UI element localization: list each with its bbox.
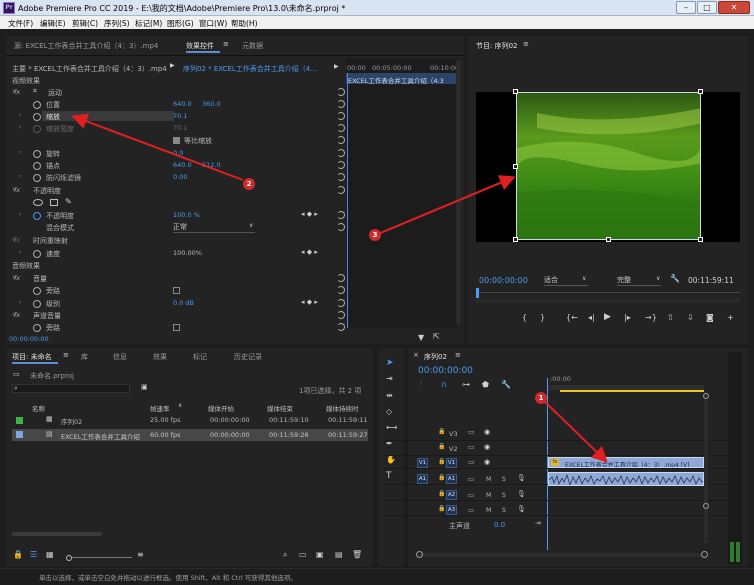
annotation-badge-2: 2 xyxy=(243,178,255,190)
annotation-arrow-2 xyxy=(71,113,244,181)
annotation-overlay xyxy=(71,113,608,463)
annotation-arrow-1 xyxy=(541,398,608,463)
annotation-badge-1: 1 xyxy=(535,392,547,404)
annotation-badge-3: 3 xyxy=(369,229,381,241)
annotation-arrow-3 xyxy=(377,175,516,235)
